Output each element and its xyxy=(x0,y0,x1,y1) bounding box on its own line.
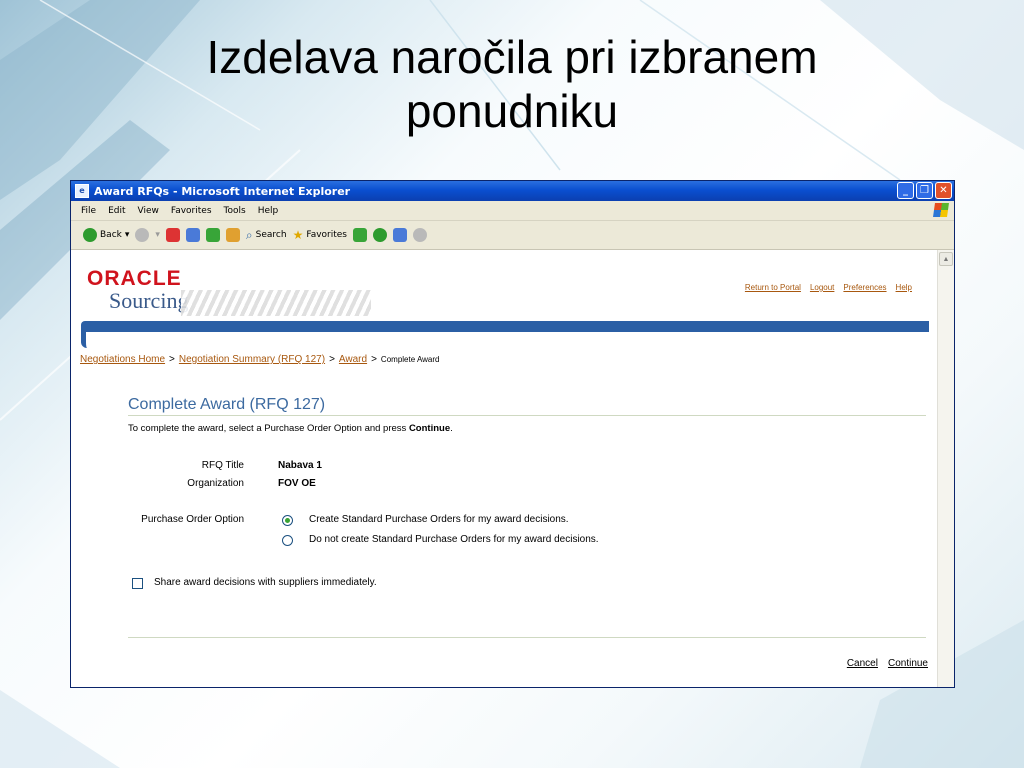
breadcrumb-negotiations-home[interactable]: Negotiations Home xyxy=(80,354,165,365)
breadcrumb: Negotiations Home > Negotiation Summary (R… xyxy=(80,354,439,365)
breadcrumb-current: Complete Award xyxy=(380,355,440,364)
chevron-down-icon[interactable]: ▾ xyxy=(155,230,160,240)
menu-view[interactable]: View xyxy=(138,206,159,216)
breadcrumb-separator: > xyxy=(371,354,377,365)
history-icon[interactable] xyxy=(373,228,387,242)
forward-arrow-icon[interactable] xyxy=(135,228,150,242)
global-links: Return to Portal Logout Preferences Help xyxy=(745,283,912,292)
return-to-portal-link[interactable]: Return to Portal xyxy=(745,283,801,292)
instruction-continue-word: Continue xyxy=(408,423,451,434)
po-option-create-label[interactable]: Create Standard Purchase Orders for my a… xyxy=(309,514,569,525)
menu-favorites[interactable]: Favorites xyxy=(171,206,212,216)
back-button[interactable]: Back ▾ xyxy=(83,228,129,242)
menu-help[interactable]: Help xyxy=(258,206,279,216)
refresh-icon[interactable] xyxy=(185,228,200,242)
home-icon[interactable] xyxy=(225,228,240,242)
favorites-button[interactable]: ★ Favorites xyxy=(293,228,347,242)
breadcrumb-negotiation-summary[interactable]: Negotiation Summary (RFQ 127) xyxy=(179,354,325,365)
search-label: Search xyxy=(255,230,287,240)
share-decisions-checkbox[interactable] xyxy=(132,578,143,589)
header-band xyxy=(81,321,929,332)
rfq-title-value: Nabava 1 xyxy=(278,460,322,471)
share-decisions-label[interactable]: Share award decisions with suppliers imm… xyxy=(154,577,377,588)
search-icon: ⌕ xyxy=(245,227,253,242)
stop-icon[interactable] xyxy=(165,228,180,242)
minimize-button[interactable]: _ xyxy=(897,182,914,199)
back-arrow-icon xyxy=(83,228,97,242)
page-title: Complete Award (RFQ 127) xyxy=(128,396,926,416)
menu-file[interactable]: File xyxy=(81,206,96,216)
browser-window: e Award RFQs - Microsoft Internet Explor… xyxy=(70,180,955,688)
browser-toolbar: Back ▾ ▾ ⌕ Search ★ Favorites xyxy=(71,221,954,250)
continue-button[interactable]: Continue xyxy=(888,658,928,669)
chevron-down-icon[interactable]: ▾ xyxy=(125,230,130,240)
cancel-button[interactable]: Cancel xyxy=(847,658,878,669)
rfq-title-label: RFQ Title xyxy=(201,460,244,471)
ie-page-icon: e xyxy=(75,184,89,198)
po-option-do-not-create-label[interactable]: Do not create Standard Purchase Orders f… xyxy=(309,534,599,545)
media-icon[interactable] xyxy=(353,228,367,242)
logout-link[interactable]: Logout xyxy=(810,283,834,292)
star-icon: ★ xyxy=(292,228,304,242)
preferences-link[interactable]: Preferences xyxy=(843,283,886,292)
slide-title-line-1: Izdelava naročila pri izbranem xyxy=(206,31,818,83)
breadcrumb-separator: > xyxy=(329,354,335,365)
organization-value: FOV OE xyxy=(278,478,316,489)
help-link[interactable]: Help xyxy=(896,283,912,292)
oracle-logo-text: ORACLE xyxy=(87,267,182,290)
search-button[interactable]: ⌕ Search xyxy=(246,228,287,243)
po-option-label: Purchase Order Option xyxy=(141,514,244,525)
header-band-curve xyxy=(81,330,93,348)
po-option-do-not-create-radio[interactable] xyxy=(282,535,293,546)
oracle-sourcing-logo: ORACLE Sourcing xyxy=(87,268,188,312)
window-title: Award RFQs - Microsoft Internet Explorer xyxy=(94,184,351,198)
footer-divider xyxy=(128,637,926,638)
instruction-text-start: To complete the award, select a Purchase… xyxy=(128,423,409,434)
vertical-scrollbar[interactable]: ▲ xyxy=(937,250,954,687)
maximize-button[interactable]: ❐ xyxy=(916,182,933,199)
window-titlebar[interactable]: e Award RFQs - Microsoft Internet Explor… xyxy=(71,181,954,201)
menu-tools[interactable]: Tools xyxy=(224,206,246,216)
instruction-text: To complete the award, select a Purchase… xyxy=(128,423,453,434)
sourcing-logo-text: Sourcing xyxy=(109,288,189,313)
back-label: Back xyxy=(100,230,122,240)
breadcrumb-separator: > xyxy=(169,354,175,365)
print-icon[interactable] xyxy=(413,228,427,242)
instruction-text-end: . xyxy=(450,423,453,434)
logo-decoration xyxy=(181,290,371,316)
favorites-label: Favorites xyxy=(306,230,347,240)
menu-bar: File Edit View Favorites Tools Help xyxy=(71,201,954,221)
page-icon[interactable] xyxy=(205,228,220,242)
menu-edit[interactable]: Edit xyxy=(108,206,125,216)
windows-logo-icon xyxy=(933,203,949,217)
window-controls: _ ❐ ✕ xyxy=(897,182,952,199)
slide-title: Izdelava naročila pri izbranem ponudniku xyxy=(0,30,1024,138)
action-buttons: Cancel Continue xyxy=(847,658,928,669)
close-button[interactable]: ✕ xyxy=(935,182,952,199)
scroll-up-icon[interactable]: ▲ xyxy=(939,252,953,266)
po-option-create-radio[interactable] xyxy=(282,515,293,526)
organization-label: Organization xyxy=(187,478,244,489)
page-content: ▲ ORACLE Sourcing Return to Portal Logou… xyxy=(71,250,954,687)
mail-icon[interactable] xyxy=(393,228,407,242)
breadcrumb-award[interactable]: Award xyxy=(339,354,367,365)
slide-title-line-2: ponudniku xyxy=(405,85,619,137)
